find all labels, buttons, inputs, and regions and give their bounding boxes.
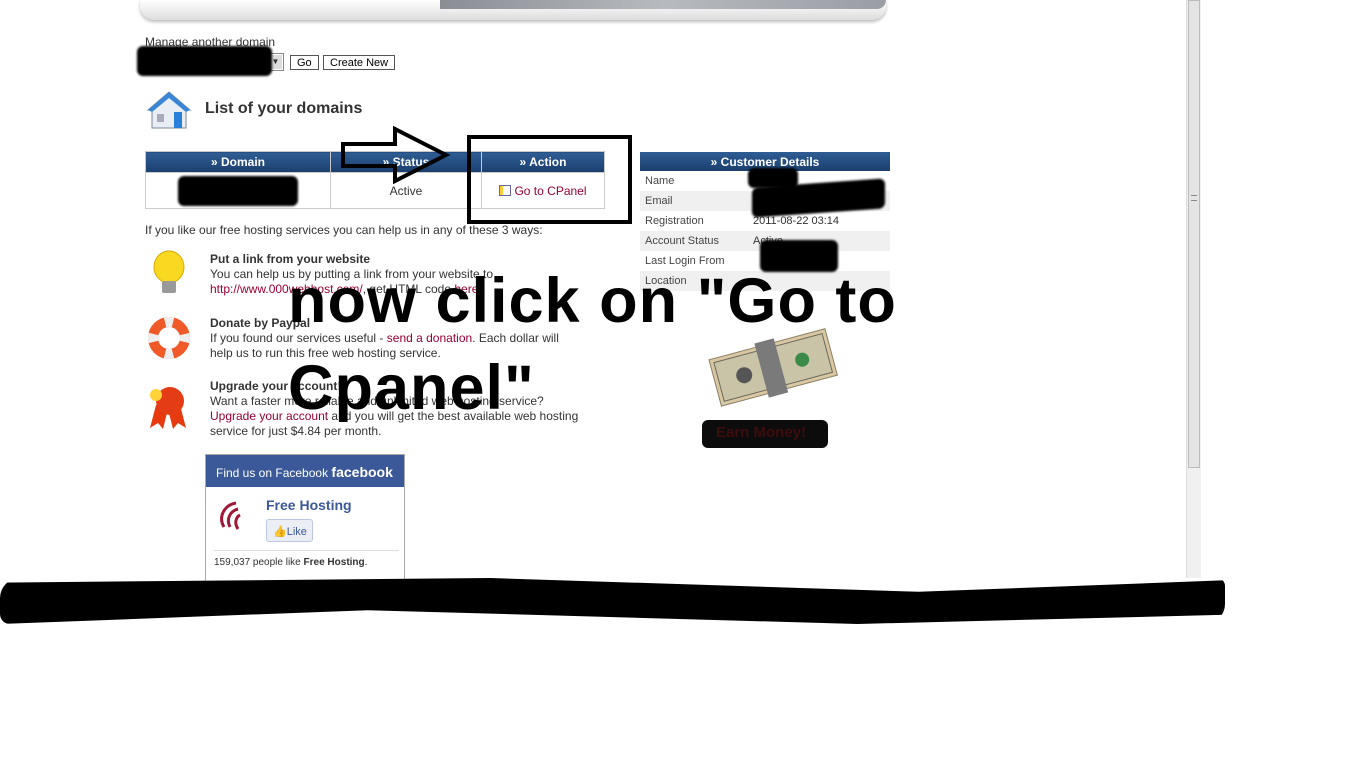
grip-icon xyxy=(1191,195,1197,201)
label-name: Name xyxy=(645,175,675,187)
house-icon xyxy=(146,91,192,129)
header-nav-bar xyxy=(440,0,886,9)
like-button[interactable]: 👍Like xyxy=(266,519,313,542)
award-ribbon-icon xyxy=(150,387,186,429)
arrow-annotation-icon xyxy=(341,126,451,184)
domain-cell xyxy=(145,172,331,209)
earn-money-link[interactable]: Earn Money! xyxy=(702,420,828,448)
create-new-button[interactable]: Create New xyxy=(323,55,396,70)
like-label: Like xyxy=(286,526,307,538)
instruction-annotation: now click on "Go to xyxy=(288,266,897,336)
like-count: 159,037 people like xyxy=(214,557,304,568)
highlight-box xyxy=(467,135,632,224)
go-button[interactable]: Go xyxy=(290,55,319,70)
redaction-scribble xyxy=(0,578,1225,624)
redaction xyxy=(137,46,272,76)
help-intro: If you like our free hosting services yo… xyxy=(145,223,543,237)
label-account-status: Account Status xyxy=(640,231,748,251)
facebook-count: 159,037 people like Free Hosting. xyxy=(214,550,399,568)
facebook-page-link[interactable]: Free Hosting xyxy=(266,497,352,513)
instruction-annotation-line2: Cpanel" xyxy=(288,353,535,423)
facebook-header-text: Find us on Facebook xyxy=(216,466,329,480)
label-registration: Registration xyxy=(645,215,704,227)
free-hosting-logo-icon xyxy=(220,501,241,530)
facebook-logo: facebook xyxy=(331,464,393,480)
label-email: Email xyxy=(640,191,748,211)
vertical-scrollbar[interactable] xyxy=(1186,0,1201,578)
facebook-header: Find us on Facebook facebook xyxy=(206,455,404,487)
period: . xyxy=(364,557,368,568)
facebook-widget: Find us on Facebook facebook Free Hostin… xyxy=(205,454,405,584)
like-page-name: Free Hosting xyxy=(303,557,365,568)
lightbulb-icon xyxy=(153,250,185,293)
page-title: List of your domains xyxy=(205,100,363,117)
col-domain: » Domain xyxy=(145,151,331,173)
scrollbar-thumb[interactable] xyxy=(1188,0,1200,468)
lifebuoy-icon xyxy=(148,317,190,359)
